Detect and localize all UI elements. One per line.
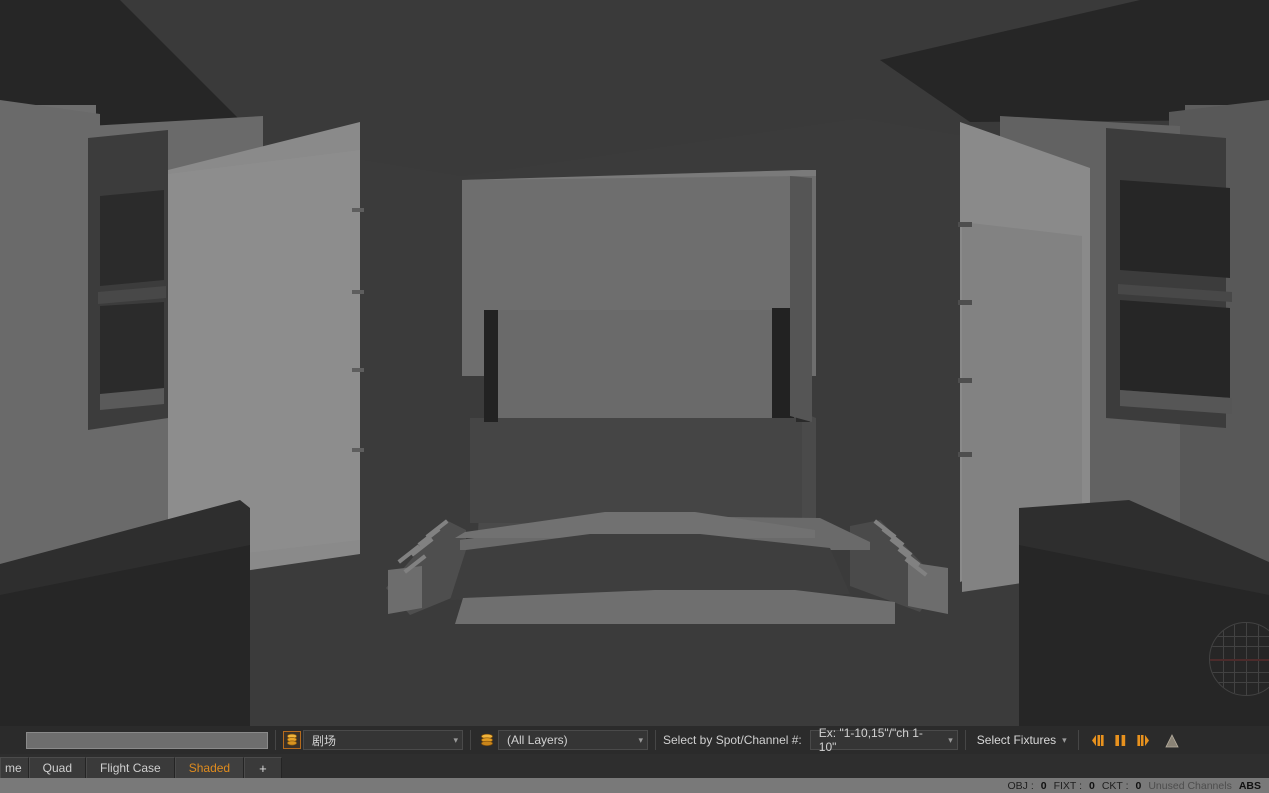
toolbar-separator-1 [275, 730, 276, 750]
stage-opening [492, 310, 792, 420]
chevron-down-icon: ▾ [453, 734, 458, 745]
toolbar-left-gutter [0, 726, 22, 754]
spot-channel-input-dropdown[interactable]: Ex: "1-10,15"/"ch 1-10" ▾ [809, 726, 958, 754]
right-balcony-opening-upper [1120, 180, 1230, 278]
layers-icon [481, 733, 493, 746]
previous-fixture-icon [1091, 734, 1104, 746]
tab-label: Quad [42, 761, 73, 775]
toolbar-separator-4 [964, 730, 966, 750]
stage-deck [470, 418, 802, 523]
layers-filter-value: (All Layers) [507, 733, 568, 747]
toolbar-separator-3 [655, 730, 656, 750]
application-window: 剧场 ▾ (All Layers) ▾ Select by Spot/Chann… [0, 0, 1269, 793]
fixture-count-value: 0 [1089, 779, 1095, 792]
light-beam-button[interactable] [1163, 732, 1181, 749]
all-fixtures-icon [1115, 734, 1125, 746]
document-tab-bar: me Quad Flight Case Shaded + [0, 754, 1269, 778]
status-bar: OBJ : 0 FIXT : 0 CKT : 0 Unused Channels… [0, 778, 1269, 793]
circuit-count-value: 0 [1135, 779, 1142, 792]
chevron-down-icon: ▾ [1062, 734, 1067, 745]
proscenium-left-jamb [484, 310, 498, 422]
add-view-tab-button[interactable]: + [244, 757, 282, 778]
layers-filter-dropdown[interactable]: (All Layers) ▾ [498, 730, 648, 750]
toolbar-separator-2 [470, 730, 471, 750]
beam-cone-icon [1165, 733, 1179, 747]
right-balcony-opening-lower [1120, 300, 1230, 398]
left-wall-ledge-3 [352, 368, 364, 372]
select-fixtures-label: Select Fixtures [976, 733, 1057, 747]
proscenium-right-return-wall [790, 176, 812, 422]
fixture-count-label: FIXT : [1053, 779, 1082, 792]
tab-label: Flight Case [100, 761, 161, 775]
layers-filter-icon-button[interactable] [478, 731, 496, 749]
bottom-toolbar: 剧场 ▾ (All Layers) ▾ Select by Spot/Chann… [0, 726, 1269, 754]
select-previous-fixture-button[interactable] [1089, 732, 1106, 749]
toolbar-separator-5 [1077, 730, 1079, 750]
plus-icon: + [259, 760, 267, 776]
active-layer-icon-button[interactable] [283, 731, 301, 749]
chevron-down-icon: ▾ [638, 734, 643, 745]
left-wall-ledge-4 [352, 448, 364, 452]
tab-clipped-left[interactable]: me [0, 757, 29, 778]
3d-viewport[interactable] [0, 0, 1269, 726]
tab-bar-empty-area [281, 757, 1269, 778]
select-fixtures-menu-button[interactable]: Select Fixtures ▾ [973, 731, 1071, 749]
right-wall-ledge-4 [958, 452, 972, 457]
object-count-value: 0 [1040, 779, 1047, 792]
left-wall-ledge-2 [352, 290, 364, 294]
right-wall-ledge-2 [958, 300, 972, 305]
tab-label: Shaded [188, 761, 231, 775]
left-large-wall-panel-shading [168, 150, 360, 562]
pit-right-pier [908, 562, 948, 614]
right-wall-ledge-1 [958, 222, 972, 227]
left-balcony-opening-upper [100, 190, 164, 286]
tab-quad[interactable]: Quad [28, 757, 87, 778]
left-wall-ledge-1 [352, 208, 364, 212]
select-next-fixture-button[interactable] [1135, 732, 1152, 749]
spot-channel-value: Ex: "1-10,15"/"ch 1-10" [818, 726, 923, 754]
select-all-fixtures-button[interactable] [1112, 732, 1129, 749]
circuit-count-label: CKT : [1101, 779, 1129, 792]
next-fixture-icon [1137, 734, 1149, 746]
active-layer-dropdown[interactable]: 剧场 ▾ [303, 730, 463, 750]
tab-shaded[interactable]: Shaded [174, 757, 245, 778]
unused-channels-label: Unused Channels [1148, 779, 1232, 792]
active-layer-value: 剧场 [312, 733, 337, 748]
chevron-down-icon: ▾ [948, 734, 953, 745]
left-balcony-opening-lower [100, 302, 164, 402]
coordinate-mode-badge: ABS [1238, 779, 1261, 792]
tab-flight-case[interactable]: Flight Case [86, 757, 175, 778]
layer-stack-icon [287, 733, 297, 746]
right-wall-ledge-3 [958, 378, 972, 383]
object-count-label: OBJ : [1007, 779, 1034, 792]
search-input[interactable] [26, 731, 268, 749]
select-by-spot-channel-label: Select by Spot/Channel #: [663, 733, 802, 747]
tab-label: me [5, 761, 22, 775]
